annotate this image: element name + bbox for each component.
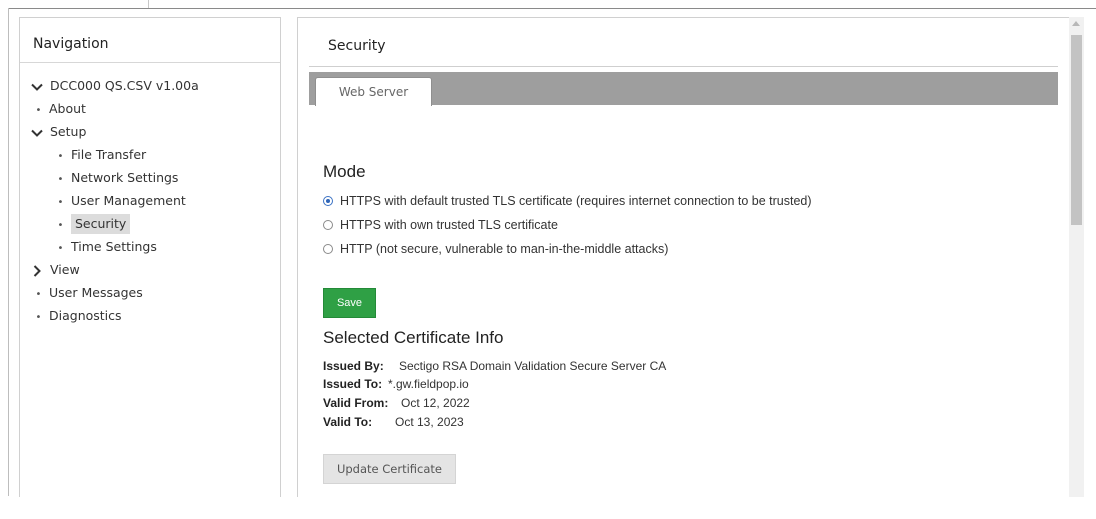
- scroll-up-arrow-icon[interactable]: [1072, 21, 1080, 26]
- cert-value: Oct 13, 2023: [395, 415, 464, 429]
- top-border: [8, 8, 1096, 9]
- nav-item-network-settings[interactable]: • Network Settings: [56, 168, 179, 188]
- nav-item-label: About: [49, 101, 86, 116]
- bullet-icon: •: [57, 174, 64, 185]
- bullet-icon: •: [57, 220, 64, 231]
- navigation-title: Navigation: [20, 18, 280, 63]
- cert-key-label: Issued By:: [323, 359, 384, 373]
- nav-item-label: View: [50, 262, 80, 277]
- page-title: Security: [328, 38, 386, 54]
- cert-key-label: Valid To:: [323, 415, 373, 429]
- tree-root-device[interactable]: DCC000 QS.CSV v1.00a: [30, 76, 199, 96]
- cert-value: *.gw.fieldpop.io: [388, 377, 469, 391]
- cert-valid-from: Valid From: Oct 12, 2022: [323, 396, 470, 412]
- scrollbar[interactable]: [1069, 17, 1084, 497]
- nav-item-diagnostics[interactable]: • Diagnostics: [34, 306, 122, 326]
- radio-https-own[interactable]: HTTPS with own trusted TLS certificate: [323, 216, 558, 234]
- cert-value: Oct 12, 2022: [401, 396, 470, 410]
- chevron-down-icon[interactable]: [30, 80, 44, 94]
- certificate-heading: Selected Certificate Info: [323, 328, 504, 347]
- cert-issued-by: Issued By: Sectigo RSA Domain Validation…: [323, 359, 666, 375]
- nav-item-setup[interactable]: Setup: [30, 122, 86, 142]
- radio-label: HTTPS with default trusted TLS certifica…: [340, 194, 812, 208]
- bullet-icon: •: [35, 105, 42, 116]
- nav-item-file-transfer[interactable]: • File Transfer: [56, 145, 147, 165]
- tab-bar: Web Server: [309, 72, 1058, 106]
- radio-https-default[interactable]: HTTPS with default trusted TLS certifica…: [323, 192, 812, 210]
- security-panel: Security Web Server Mode HTTPS with defa…: [297, 17, 1070, 497]
- nav-item-label: Network Settings: [71, 170, 179, 185]
- bullet-icon: •: [57, 197, 64, 208]
- nav-item-user-management[interactable]: • User Management: [56, 191, 186, 211]
- radio-label: HTTP (not secure, vulnerable to man-in-t…: [340, 242, 669, 256]
- nav-item-user-messages[interactable]: • User Messages: [34, 283, 143, 303]
- nav-item-label: File Transfer: [71, 147, 147, 162]
- nav-item-label-selected: Security: [71, 214, 131, 234]
- nav-item-time-settings[interactable]: • Time Settings: [56, 237, 157, 257]
- nav-item-label: Setup: [50, 124, 87, 139]
- chevron-right-icon[interactable]: [30, 264, 44, 278]
- radio-unselected-icon[interactable]: [323, 220, 333, 230]
- left-border: [8, 8, 9, 496]
- save-button[interactable]: Save: [323, 288, 376, 318]
- nav-item-label: User Messages: [49, 285, 143, 300]
- radio-label: HTTPS with own trusted TLS certificate: [340, 218, 558, 232]
- nav-item-security[interactable]: • Security: [56, 214, 131, 234]
- radio-http[interactable]: HTTP (not secure, vulnerable to man-in-t…: [323, 240, 668, 258]
- radio-selected-icon[interactable]: [323, 196, 333, 206]
- tree-root-label: DCC000 QS.CSV v1.00a: [50, 78, 199, 93]
- scrollbar-thumb[interactable]: [1071, 35, 1082, 225]
- cert-valid-to: Valid To: Oct 13, 2023: [323, 415, 464, 431]
- nav-item-label: Time Settings: [71, 239, 157, 254]
- nav-item-about[interactable]: • About: [34, 99, 86, 119]
- nav-item-view[interactable]: View: [30, 260, 80, 280]
- bullet-icon: •: [35, 289, 42, 300]
- nav-item-label: Diagnostics: [49, 308, 122, 323]
- tab-web-server[interactable]: Web Server: [315, 77, 432, 106]
- mode-heading: Mode: [323, 162, 366, 181]
- radio-unselected-icon[interactable]: [323, 244, 333, 254]
- update-certificate-button[interactable]: Update Certificate: [323, 454, 456, 484]
- nav-item-label: User Management: [71, 193, 186, 208]
- cert-value: Sectigo RSA Domain Validation Secure Ser…: [399, 359, 667, 373]
- bullet-icon: •: [57, 243, 64, 254]
- cert-key-label: Issued To:: [323, 377, 383, 391]
- cert-key-label: Valid From:: [323, 396, 389, 410]
- navigation-panel: Navigation DCC000 QS.CSV v1.00a • About S…: [19, 17, 281, 497]
- chevron-down-icon[interactable]: [30, 126, 44, 140]
- bullet-icon: •: [57, 151, 64, 162]
- bullet-icon: •: [35, 312, 42, 323]
- title-divider: [309, 66, 1058, 67]
- top-tick-mark: [148, 0, 149, 8]
- cert-issued-to: Issued To: *.gw.fieldpop.io: [323, 377, 469, 393]
